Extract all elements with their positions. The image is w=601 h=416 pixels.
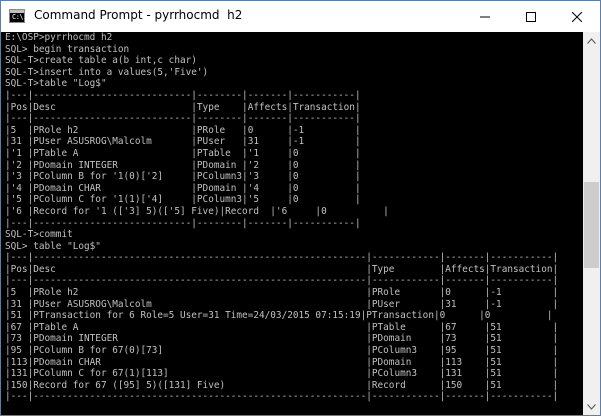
console-line: |67 |PTable A |PTable |67 |51 | [5, 321, 559, 333]
close-icon [572, 11, 582, 22]
console-text: E:\OSP>pyrrhocmd h2 SQL> begin transacti… [1, 32, 583, 415]
console-line: |113|PDomain CHAR |PDomain |113 |51 | [5, 356, 559, 368]
console-line: |---|-----------------------------------… [5, 252, 559, 264]
close-button[interactable] [554, 1, 600, 32]
console-line: |95 |PColumn B for 67(0)[73] |PColumn3 |… [5, 345, 559, 357]
console-app-icon: C:\. [9, 9, 27, 23]
console-line: |131|PColumn C for 67(1)[113] |PColumn3 … [5, 368, 559, 380]
vertical-scrollbar[interactable] [583, 32, 600, 415]
scroll-down-button[interactable] [583, 398, 600, 415]
console-line: |31 |PUser ASUSROG\Malcolm |PUser |31 |-… [5, 298, 559, 310]
console-app-icon-glyph: C:\. [12, 13, 27, 21]
console-line: |'4 |PDomain CHAR |PDomain |'4 |0 | [5, 182, 361, 194]
minimize-button[interactable] [462, 1, 508, 32]
console-line: SQL> begin transaction [5, 43, 130, 55]
console-line: |---|-----------------------------------… [5, 391, 559, 403]
console-line: |'6 |Record for '1 (['3] 5)(['5] Five)|R… [5, 205, 389, 217]
console-line: |---|----------------------------|------… [5, 217, 361, 229]
console-line: SQL-T>table "Log$" [5, 78, 107, 90]
scroll-thumb[interactable] [584, 182, 599, 268]
console-line: |---|----------------------------|------… [5, 113, 361, 125]
scroll-up-button[interactable] [583, 32, 600, 49]
scroll-down-arrow-icon [587, 403, 596, 410]
console-line: |---|----------------------------|------… [5, 89, 361, 101]
maximize-icon [526, 11, 536, 22]
console-line: SQL-T>insert into a values(5,'Five') [5, 66, 209, 78]
console-line: |Pos|Desc |Type |Affects|Transaction| [5, 263, 559, 275]
console-line: |Pos|Desc |Type |Affects|Transaction| [5, 101, 361, 113]
console-line: |150|Record for 67 ([95] 5)([131] Five) … [5, 379, 559, 391]
console-line: |'1 |PTable A |PTable |'1 |0 | [5, 147, 361, 159]
command-prompt-window: C:\. Command Prompt - pyrrhocmd h2 E:\OS… [0, 0, 601, 416]
maximize-button[interactable] [508, 1, 554, 32]
console-output-area[interactable]: E:\OSP>pyrrhocmd h2 SQL> begin transacti… [1, 32, 583, 415]
scroll-up-arrow-icon [587, 37, 596, 44]
console-line: SQL> table "Log$" [5, 240, 101, 252]
title-bar[interactable]: C:\. Command Prompt - pyrrhocmd h2 [1, 1, 600, 32]
console-line: |'3 |PColumn B for '1(0)['2] |PColumn3|'… [5, 171, 361, 183]
console-line: |'2 |PDomain INTEGER |PDomain |'2 |0 | [5, 159, 361, 171]
console-line: |51 |PTransaction for 6 Role=5 User=31 T… [5, 310, 553, 322]
console-line: SQL-T>create table a(b int,c char) [5, 55, 197, 67]
console-line: SQL-T>commit [5, 229, 73, 241]
minimize-icon [480, 16, 490, 17]
console-line: |5 |PRole h2 |PRole |0 |-1 | [5, 124, 361, 136]
console-line: |31 |PUser ASUSROG\Malcolm |PUser |31 |-… [5, 136, 361, 148]
console-line: |'5 |PColumn C for '1(1)['4] |PColumn3|'… [5, 194, 361, 206]
console-line: |5 |PRole h2 |PRole |0 |-1 | [5, 287, 559, 299]
console-line: |73 |PDomain INTEGER |PDomain |73 |51 | [5, 333, 559, 345]
console-line: E:\OSP>pyrrhocmd h2 [5, 32, 113, 43]
window-title: Command Prompt - pyrrhocmd h2 [34, 8, 243, 22]
console-line: |---|-----------------------------------… [5, 275, 559, 287]
